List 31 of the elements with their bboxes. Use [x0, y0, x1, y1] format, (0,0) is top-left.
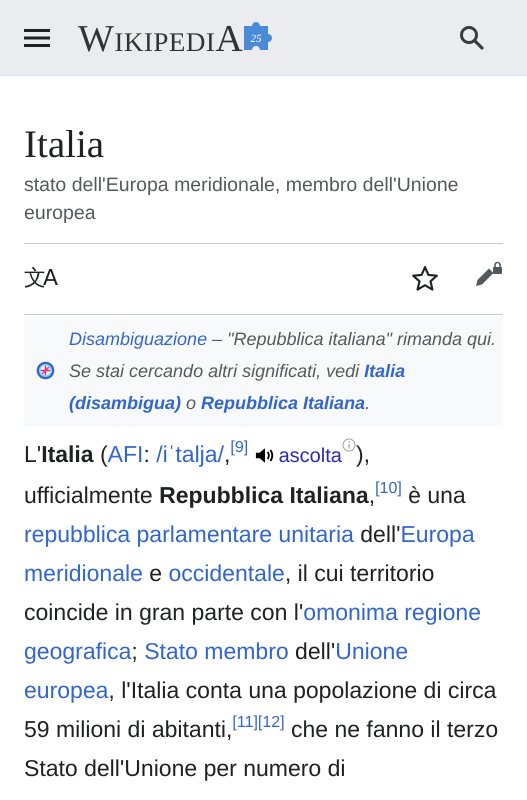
listen-link[interactable]: ascolta — [278, 444, 342, 467]
link[interactable]: geografica — [24, 638, 132, 664]
reference-link[interactable]: [9] — [230, 438, 248, 456]
menu-icon[interactable] — [24, 28, 50, 48]
link[interactable]: meridionale — [24, 560, 143, 586]
reference-link[interactable]: [12] — [258, 714, 285, 731]
link[interactable]: omonima regione — [303, 598, 481, 625]
search-icon[interactable] — [459, 24, 485, 50]
page-title: Italia — [24, 122, 106, 168]
reference-link[interactable]: [11] — [232, 714, 258, 731]
hatnote-text: Disambiguazione – "Repubblica italiana" rimanda qui. Se stai cercando altri significati, vedi Italia (disambigua) o Repubblica Italiana. — [69, 328, 498, 415]
link[interactable]: Unione — [335, 638, 408, 664]
link[interactable]: Italia — [364, 360, 406, 381]
link[interactable]: repubblica parlamentare unitaria — [24, 520, 354, 547]
info-icon[interactable] — [342, 438, 356, 452]
link[interactable]: europea — [24, 676, 108, 703]
link[interactable]: /iˈtalja/ — [156, 440, 224, 467]
link[interactable]: (disambigua) — [69, 392, 182, 413]
speaker-icon[interactable] — [254, 446, 275, 464]
link[interactable]: occidentale — [168, 560, 285, 586]
language-button[interactable]: 文A — [24, 268, 56, 290]
reference-link[interactable]: [10] — [375, 480, 402, 497]
article-paragraph: L'Italia (AFI: /iˈtalja/,$^{[9]}$ ascolta ), ufficialmente Repubblica Italiana,$^{[10]}$ è una repubblica parlamentare unitaria dell'Europa meridionale e occidentale, il cui territorio coincide in gran parte con l'omonima regione geografica; Stato membro dell'Unione europea, l'Italia conta una popolazione di circa 59 milioni di abitanti,$^{[11]}$$^{[12]}$ che ne fanno il terzo Stato dell'Unione per numero di — [24, 436, 500, 783]
link[interactable]: Disambiguazione — [69, 328, 208, 349]
link[interactable]: Repubblica Italiana — [201, 392, 366, 413]
page-description: stato dell'Europa meridionale, membro dell'Unione europea — [24, 170, 503, 244]
link[interactable]: AFI — [108, 440, 144, 467]
star-icon[interactable] — [411, 264, 439, 293]
link[interactable]: Stato membro — [144, 638, 289, 664]
compass-icon — [36, 361, 55, 380]
link[interactable]: Europa — [400, 520, 475, 547]
